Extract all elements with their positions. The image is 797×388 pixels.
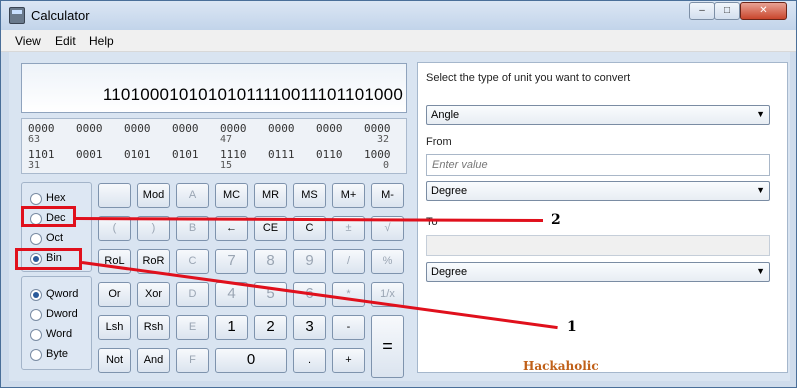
key-e-button[interactable]: E: [176, 315, 209, 340]
bit-group: 0000: [268, 122, 295, 135]
menu-edit[interactable]: Edit: [55, 34, 76, 48]
radio-dot-icon: [30, 289, 42, 301]
key-not-button[interactable]: Not: [98, 348, 131, 373]
word-size-label: Byte: [46, 348, 69, 360]
bit-group: 0111: [268, 148, 295, 161]
key-0-button[interactable]: 0: [215, 348, 287, 373]
key-mr-button[interactable]: MR: [254, 183, 287, 208]
menu-help[interactable]: Help: [89, 34, 114, 48]
word-size-label: Word: [46, 328, 73, 340]
callout-number-2: 2: [551, 212, 561, 228]
key-c-button[interactable]: C: [176, 249, 209, 274]
word-size-group: Qword Dword Word Byte: [21, 276, 92, 370]
radio-dot-icon: [30, 329, 42, 341]
key-a-button[interactable]: A: [176, 183, 209, 208]
callout-number-1: 1: [567, 319, 577, 335]
bit-group: 0001: [76, 148, 103, 161]
bit-position-label: 15: [220, 160, 233, 171]
to-unit-select[interactable]: Degree ▼: [426, 262, 770, 282]
word-size-label: Dword: [46, 308, 78, 320]
key-1-button[interactable]: 1: [215, 315, 248, 340]
display-value: 11010001010101011110011101101000: [102, 85, 403, 104]
key-lsh-button[interactable]: Lsh: [98, 315, 131, 340]
key-mminus-button[interactable]: M-: [371, 183, 404, 208]
key-9-button[interactable]: 9: [293, 249, 326, 274]
minimize-button[interactable]: –: [689, 2, 715, 20]
key-8-button[interactable]: 8: [254, 249, 287, 274]
watermark: Hackaholic: [523, 359, 599, 373]
from-placeholder: Enter value: [432, 159, 488, 171]
chevron-down-icon: ▼: [756, 109, 765, 119]
key-xor-button[interactable]: Xor: [137, 282, 170, 307]
key-rsh-button[interactable]: Rsh: [137, 315, 170, 340]
key-rol-button[interactable]: RoL: [98, 249, 131, 274]
calculator-icon: [9, 7, 25, 24]
menu-bar: View Edit Help: [1, 30, 796, 52]
bit-position-label: 31: [28, 160, 41, 171]
dec-highlight-box: [21, 206, 76, 227]
menu-view[interactable]: View: [15, 34, 41, 48]
close-button[interactable]: ✕: [740, 2, 787, 20]
key-decimal-button[interactable]: .: [293, 348, 326, 373]
bit-group: 0000: [316, 122, 343, 135]
key-blank-button[interactable]: [98, 183, 131, 208]
key-7-button[interactable]: 7: [215, 249, 248, 274]
key-multiply-button[interactable]: *: [332, 282, 365, 307]
key-d-button[interactable]: D: [176, 282, 209, 307]
from-unit-value: Degree: [431, 185, 468, 197]
unit-type-select[interactable]: Angle ▼: [426, 105, 770, 125]
title-bar: Calculator – □ ✕: [1, 1, 796, 30]
key-plus-button[interactable]: +: [332, 348, 365, 373]
radio-dot-icon: [30, 309, 42, 321]
key-and-button[interactable]: And: [137, 348, 170, 373]
to-unit-value: Degree: [431, 266, 468, 278]
radix-label: Oct: [46, 232, 64, 244]
radix-label: Hex: [46, 192, 66, 204]
bit-group: 0000: [124, 122, 151, 135]
conversion-heading: Select the type of unit you want to conv…: [426, 72, 631, 84]
key-3-button[interactable]: 3: [293, 315, 326, 340]
key-minus-button[interactable]: -: [332, 315, 365, 340]
word-size-label: Qword: [46, 288, 79, 300]
bit-group: 0000: [172, 122, 199, 135]
bit-position-label: 0: [383, 160, 390, 171]
unit-conversion-panel: Select the type of unit you want to conv…: [417, 62, 788, 373]
bit-position-label: 32: [377, 134, 390, 145]
key-ms-button[interactable]: MS: [293, 183, 326, 208]
radio-dot-icon: [30, 233, 42, 245]
key-mc-button[interactable]: MC: [215, 183, 248, 208]
chevron-down-icon: ▼: [756, 185, 765, 195]
bit-group: 0101: [172, 148, 199, 161]
key-equals-button[interactable]: =: [371, 315, 404, 378]
chevron-down-icon: ▼: [756, 266, 765, 276]
bit-group: 0101: [124, 148, 151, 161]
bit-group: 0110: [316, 148, 343, 161]
key-2-button[interactable]: 2: [254, 315, 287, 340]
bit-group: 0000: [76, 122, 103, 135]
from-value-input[interactable]: Enter value: [426, 154, 770, 176]
radio-dot-icon: [30, 193, 42, 205]
key-mod-button[interactable]: Mod: [137, 183, 170, 208]
key-divide-button[interactable]: /: [332, 249, 365, 274]
key-or-button[interactable]: Or: [98, 282, 131, 307]
key-f-button[interactable]: F: [176, 348, 209, 373]
from-label: From: [426, 136, 452, 148]
bit-position-label: 63: [28, 134, 41, 145]
bit-position-label: 47: [220, 134, 233, 145]
maximize-button[interactable]: □: [714, 2, 740, 20]
key-percent-button[interactable]: %: [371, 249, 404, 274]
result-display: 11010001010101011110011101101000: [21, 63, 407, 113]
bin-highlight-box: [15, 248, 82, 270]
key-mplus-button[interactable]: M+: [332, 183, 365, 208]
window-title: Calculator: [31, 8, 90, 23]
calculator-window: Calculator – □ ✕ View Edit Help 11010001…: [0, 0, 797, 388]
radio-dot-icon: [30, 349, 42, 361]
from-unit-select[interactable]: Degree ▼: [426, 181, 770, 201]
to-value-output: [426, 235, 770, 256]
bit-display: 0000 0000 0000 0000 0000 0000 0000 0000 63 47 32 11…: [21, 118, 407, 174]
unit-type-value: Angle: [431, 109, 460, 121]
